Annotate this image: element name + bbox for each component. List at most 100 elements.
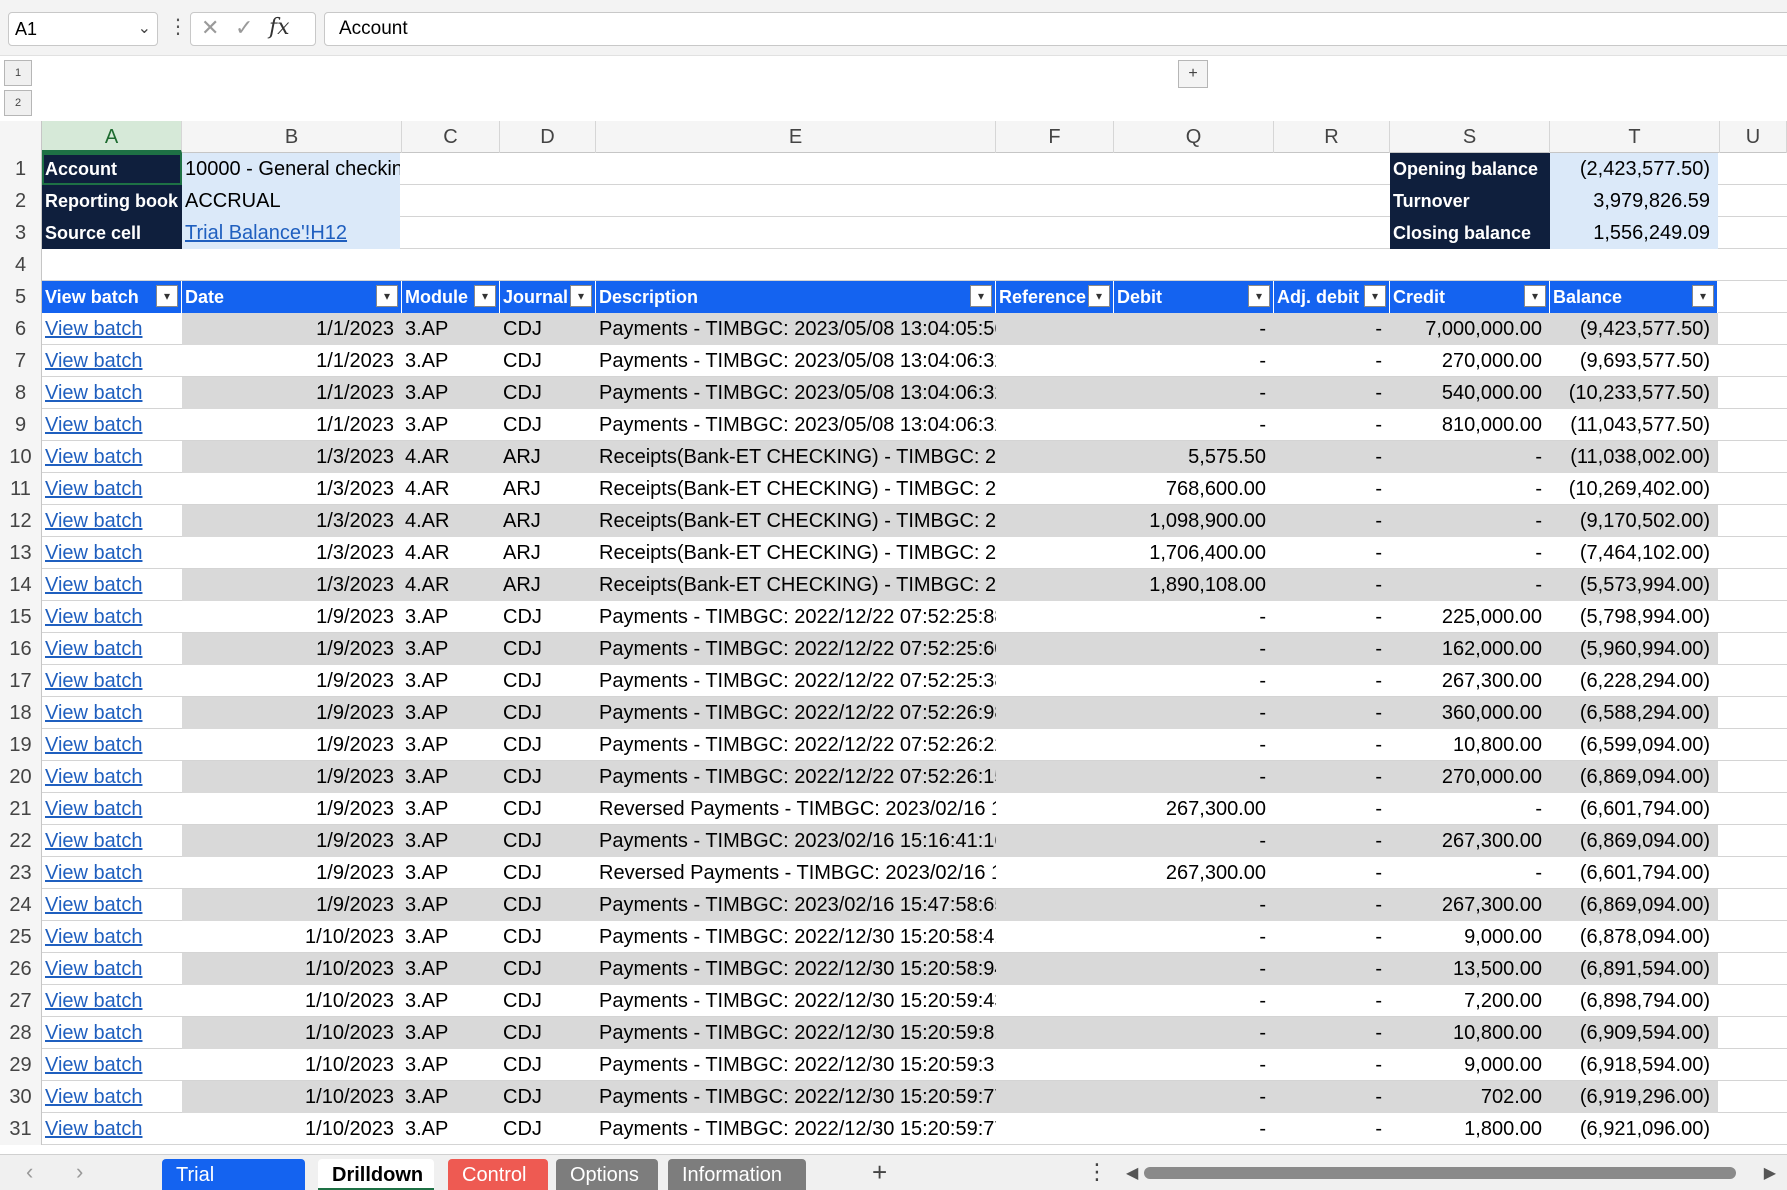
row-header[interactable]: 6: [0, 313, 42, 345]
reference-cell[interactable]: [996, 1017, 1114, 1049]
debit-cell[interactable]: 267,300.00: [1114, 793, 1274, 825]
debit-cell[interactable]: 768,600.00: [1114, 473, 1274, 505]
credit-cell[interactable]: -: [1390, 441, 1550, 473]
view-batch-link[interactable]: View batch: [42, 1081, 182, 1113]
debit-cell[interactable]: 267,300.00: [1114, 857, 1274, 889]
reference-cell[interactable]: [996, 441, 1114, 473]
view-batch-link[interactable]: View batch: [42, 633, 182, 665]
module-cell[interactable]: 3.AP: [402, 857, 500, 889]
credit-cell[interactable]: 10,800.00: [1390, 1017, 1550, 1049]
adj-debit-cell[interactable]: -: [1274, 697, 1390, 729]
journal-cell[interactable]: ARJ: [500, 473, 596, 505]
journal-cell[interactable]: CDJ: [500, 665, 596, 697]
reference-cell[interactable]: [996, 761, 1114, 793]
date-cell[interactable]: 1/9/2023: [182, 793, 402, 825]
balance-cell[interactable]: (6,601,794.00): [1550, 793, 1718, 825]
module-cell[interactable]: 4.AR: [402, 505, 500, 537]
credit-cell[interactable]: 7,000,000.00: [1390, 313, 1550, 345]
filter-dropdown-icon[interactable]: ▾: [1524, 285, 1546, 307]
debit-cell[interactable]: -: [1114, 1017, 1274, 1049]
reference-cell[interactable]: [996, 601, 1114, 633]
row-header[interactable]: 25: [0, 921, 42, 953]
view-batch-link[interactable]: View batch: [42, 537, 182, 569]
reference-cell[interactable]: [996, 1113, 1114, 1145]
adj-debit-cell[interactable]: -: [1274, 953, 1390, 985]
debit-cell[interactable]: -: [1114, 313, 1274, 345]
debit-cell[interactable]: -: [1114, 1113, 1274, 1145]
date-cell[interactable]: 1/9/2023: [182, 889, 402, 921]
filter-dropdown-icon[interactable]: ▾: [474, 285, 496, 307]
column-header-D[interactable]: D: [500, 121, 596, 153]
tab-information[interactable]: Information: [668, 1159, 806, 1190]
row-header[interactable]: 27: [0, 985, 42, 1017]
date-cell[interactable]: 1/10/2023: [182, 953, 402, 985]
reference-cell[interactable]: [996, 825, 1114, 857]
filter-dropdown-icon[interactable]: ▾: [376, 285, 398, 307]
column-header-A[interactable]: A: [42, 121, 182, 153]
header-reference[interactable]: Reference ▾: [996, 281, 1114, 313]
module-cell[interactable]: 3.AP: [402, 633, 500, 665]
adj-debit-cell[interactable]: -: [1274, 729, 1390, 761]
debit-cell[interactable]: -: [1114, 1081, 1274, 1113]
module-cell[interactable]: 3.AP: [402, 1017, 500, 1049]
credit-cell[interactable]: 270,000.00: [1390, 761, 1550, 793]
module-cell[interactable]: 3.AP: [402, 665, 500, 697]
journal-cell[interactable]: CDJ: [500, 761, 596, 793]
credit-cell[interactable]: 267,300.00: [1390, 665, 1550, 697]
journal-cell[interactable]: CDJ: [500, 697, 596, 729]
column-header-B[interactable]: B: [182, 121, 402, 153]
credit-cell[interactable]: 1,800.00: [1390, 1113, 1550, 1145]
adj-debit-cell[interactable]: -: [1274, 345, 1390, 377]
journal-cell[interactable]: ARJ: [500, 441, 596, 473]
date-cell[interactable]: 1/3/2023: [182, 473, 402, 505]
balance-cell[interactable]: (11,038,002.00): [1550, 441, 1718, 473]
view-batch-link[interactable]: View batch: [42, 1017, 182, 1049]
journal-cell[interactable]: ARJ: [500, 537, 596, 569]
balance-cell[interactable]: (6,869,094.00): [1550, 761, 1718, 793]
journal-cell[interactable]: CDJ: [500, 889, 596, 921]
filter-dropdown-icon[interactable]: ▾: [1692, 285, 1714, 307]
adj-debit-cell[interactable]: -: [1274, 473, 1390, 505]
balance-cell[interactable]: (6,588,294.00): [1550, 697, 1718, 729]
reference-cell[interactable]: [996, 921, 1114, 953]
row-header[interactable]: 21: [0, 793, 42, 825]
adj-debit-cell[interactable]: -: [1274, 793, 1390, 825]
date-cell[interactable]: 1/1/2023: [182, 345, 402, 377]
balance-cell[interactable]: (5,960,994.00): [1550, 633, 1718, 665]
journal-cell[interactable]: CDJ: [500, 857, 596, 889]
reference-cell[interactable]: [996, 889, 1114, 921]
description-cell[interactable]: Reversed Payments - TIMBGC: 2023/02/16 1…: [596, 793, 996, 825]
row-header[interactable]: 16: [0, 633, 42, 665]
module-cell[interactable]: 3.AP: [402, 889, 500, 921]
debit-cell[interactable]: 5,575.50: [1114, 441, 1274, 473]
row-header[interactable]: 31: [0, 1113, 42, 1145]
row-header[interactable]: 20: [0, 761, 42, 793]
adj-debit-cell[interactable]: -: [1274, 633, 1390, 665]
adj-debit-cell[interactable]: -: [1274, 537, 1390, 569]
date-cell[interactable]: 1/9/2023: [182, 697, 402, 729]
reference-cell[interactable]: [996, 985, 1114, 1017]
balance-cell[interactable]: (6,919,296.00): [1550, 1081, 1718, 1113]
date-cell[interactable]: 1/3/2023: [182, 505, 402, 537]
row-header[interactable]: 10: [0, 441, 42, 473]
module-cell[interactable]: 4.AR: [402, 537, 500, 569]
date-cell[interactable]: 1/10/2023: [182, 1113, 402, 1145]
journal-cell[interactable]: CDJ: [500, 601, 596, 633]
journal-cell[interactable]: CDJ: [500, 793, 596, 825]
balance-cell[interactable]: (6,898,794.00): [1550, 985, 1718, 1017]
balance-cell[interactable]: (6,869,094.00): [1550, 825, 1718, 857]
debit-cell[interactable]: -: [1114, 985, 1274, 1017]
reference-cell[interactable]: [996, 313, 1114, 345]
date-cell[interactable]: 1/3/2023: [182, 441, 402, 473]
credit-cell[interactable]: 270,000.00: [1390, 345, 1550, 377]
enter-icon[interactable]: ✓: [235, 15, 253, 41]
column-header-U[interactable]: U: [1720, 121, 1787, 153]
credit-cell[interactable]: 267,300.00: [1390, 889, 1550, 921]
credit-cell[interactable]: -: [1390, 505, 1550, 537]
header-journal[interactable]: Journal ▾: [500, 281, 596, 313]
view-batch-link[interactable]: View batch: [42, 889, 182, 921]
journal-cell[interactable]: ARJ: [500, 505, 596, 537]
row-header[interactable]: 29: [0, 1049, 42, 1081]
chevron-down-icon[interactable]: ⌄: [138, 13, 151, 45]
debit-cell[interactable]: -: [1114, 601, 1274, 633]
